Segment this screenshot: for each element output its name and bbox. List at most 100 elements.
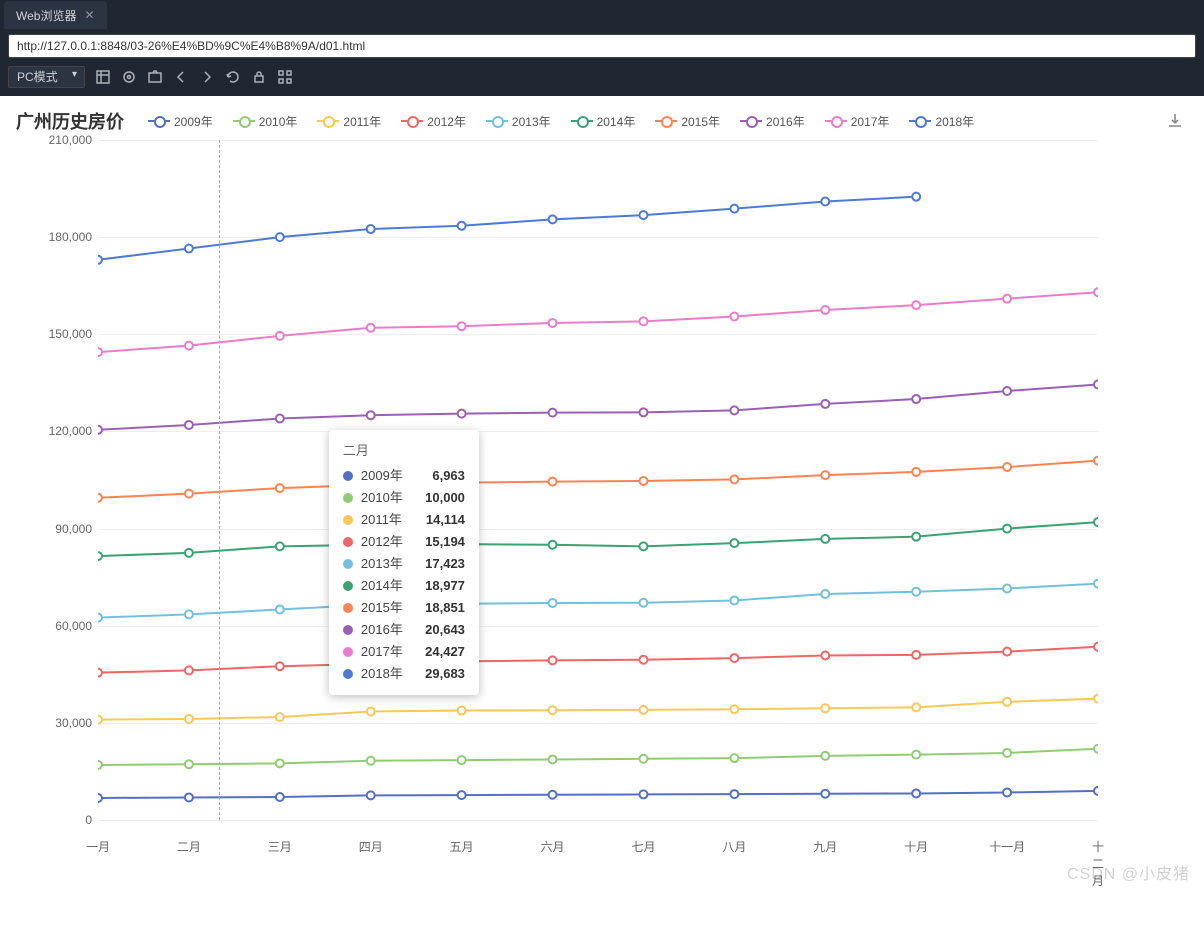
- screenshot-icon[interactable]: [147, 69, 163, 85]
- data-marker: [549, 319, 557, 327]
- tooltip-value: 6,963: [432, 465, 465, 487]
- legend-item[interactable]: 2010年: [233, 113, 298, 130]
- legend-label: 2011年: [343, 113, 381, 130]
- data-marker: [1094, 580, 1098, 588]
- tab-title: Web浏览器: [16, 7, 76, 24]
- data-marker: [276, 233, 284, 241]
- tabs-bar: Web浏览器 ✕: [0, 0, 1204, 30]
- legend-item[interactable]: 2012年: [401, 113, 466, 130]
- data-marker: [276, 606, 284, 614]
- refresh-icon[interactable]: [225, 69, 241, 85]
- tooltip-row: 2009年 6,963: [343, 465, 465, 487]
- x-tick-label: 五月: [450, 838, 474, 855]
- tooltip-row: 2011年 14,114: [343, 509, 465, 531]
- data-marker: [276, 414, 284, 422]
- data-marker: [821, 471, 829, 479]
- close-icon[interactable]: ✕: [84, 8, 94, 22]
- data-marker: [1003, 698, 1011, 706]
- expand-icon[interactable]: [95, 69, 111, 85]
- legend-label: 2013年: [512, 113, 551, 130]
- data-marker: [639, 755, 647, 763]
- data-marker: [276, 484, 284, 492]
- data-marker: [912, 789, 920, 797]
- x-axis: 一月二月三月四月五月六月七月八月九月十月十一月十二月: [98, 830, 1098, 860]
- x-tick-label: 二月: [177, 838, 201, 855]
- data-marker: [1003, 584, 1011, 592]
- qr-icon[interactable]: [277, 69, 293, 85]
- tooltip-dot: [343, 647, 353, 657]
- tooltip-value: 18,851: [425, 597, 465, 619]
- line-series: [98, 584, 1098, 618]
- data-marker: [1094, 695, 1098, 703]
- tooltip-series-name: 2012年: [361, 531, 403, 553]
- forward-icon[interactable]: [199, 69, 215, 85]
- tooltip-dot: [343, 625, 353, 635]
- legend-label: 2017年: [851, 113, 890, 130]
- data-marker: [98, 614, 102, 622]
- tooltip-dot: [343, 559, 353, 569]
- data-marker: [276, 713, 284, 721]
- data-marker: [1003, 749, 1011, 757]
- data-marker: [730, 475, 738, 483]
- data-marker: [821, 790, 829, 798]
- data-marker: [639, 790, 647, 798]
- tooltip-row: 2017年 24,427: [343, 641, 465, 663]
- legend-item[interactable]: 2015年: [655, 113, 720, 130]
- data-marker: [821, 652, 829, 660]
- plot-area[interactable]: 030,00060,00090,000120,000150,000180,000…: [38, 140, 1098, 860]
- data-marker: [549, 215, 557, 223]
- data-marker: [98, 716, 102, 724]
- device-mode-select[interactable]: PC模式: [8, 66, 85, 88]
- legend-marker: [571, 116, 593, 126]
- data-marker: [185, 342, 193, 350]
- data-marker: [1094, 643, 1098, 651]
- data-marker: [98, 669, 102, 677]
- data-marker: [1094, 518, 1098, 526]
- data-marker: [912, 651, 920, 659]
- tooltip-series-name: 2009年: [361, 465, 403, 487]
- x-tick-label: 十月: [904, 838, 928, 855]
- legend-item[interactable]: 2009年: [148, 113, 213, 130]
- data-marker: [912, 395, 920, 403]
- legend-marker: [401, 116, 423, 126]
- tooltip-value: 14,114: [426, 509, 465, 531]
- back-icon[interactable]: [173, 69, 189, 85]
- line-series: [98, 791, 1098, 798]
- data-marker: [458, 791, 466, 799]
- legend-item[interactable]: 2014年: [571, 113, 636, 130]
- crosshair: [219, 140, 220, 820]
- line-series: [98, 749, 1098, 765]
- line-series: [98, 197, 916, 260]
- data-marker: [821, 198, 829, 206]
- url-input[interactable]: [8, 34, 1196, 58]
- tooltip-row: 2012年 15,194: [343, 531, 465, 553]
- y-tick-label: 150,000: [49, 327, 92, 341]
- data-marker: [549, 541, 557, 549]
- legend-item[interactable]: 2016年: [740, 113, 805, 130]
- legend-item[interactable]: 2018年: [909, 113, 974, 130]
- gear-icon[interactable]: [121, 69, 137, 85]
- legend-label: 2014年: [597, 113, 636, 130]
- data-marker: [185, 244, 193, 252]
- data-marker: [730, 205, 738, 213]
- data-marker: [549, 478, 557, 486]
- chart-title: 广州历史房价: [16, 108, 124, 134]
- download-icon[interactable]: [1166, 112, 1184, 130]
- data-marker: [98, 256, 102, 264]
- data-marker: [549, 409, 557, 417]
- legend-item[interactable]: 2011年: [317, 113, 381, 130]
- tooltip-dot: [343, 515, 353, 525]
- browser-tab[interactable]: Web浏览器 ✕: [4, 1, 107, 29]
- data-marker: [1003, 788, 1011, 796]
- tooltip-dot: [343, 537, 353, 547]
- data-marker: [549, 599, 557, 607]
- legend-marker: [825, 116, 847, 126]
- line-series: [98, 647, 1098, 673]
- tooltip-dot: [343, 493, 353, 503]
- data-marker: [276, 662, 284, 670]
- legend-item[interactable]: 2013年: [486, 113, 551, 130]
- legend-item[interactable]: 2017年: [825, 113, 890, 130]
- tooltip-value: 10,000: [425, 487, 465, 509]
- data-marker: [639, 542, 647, 550]
- lock-icon[interactable]: [251, 69, 267, 85]
